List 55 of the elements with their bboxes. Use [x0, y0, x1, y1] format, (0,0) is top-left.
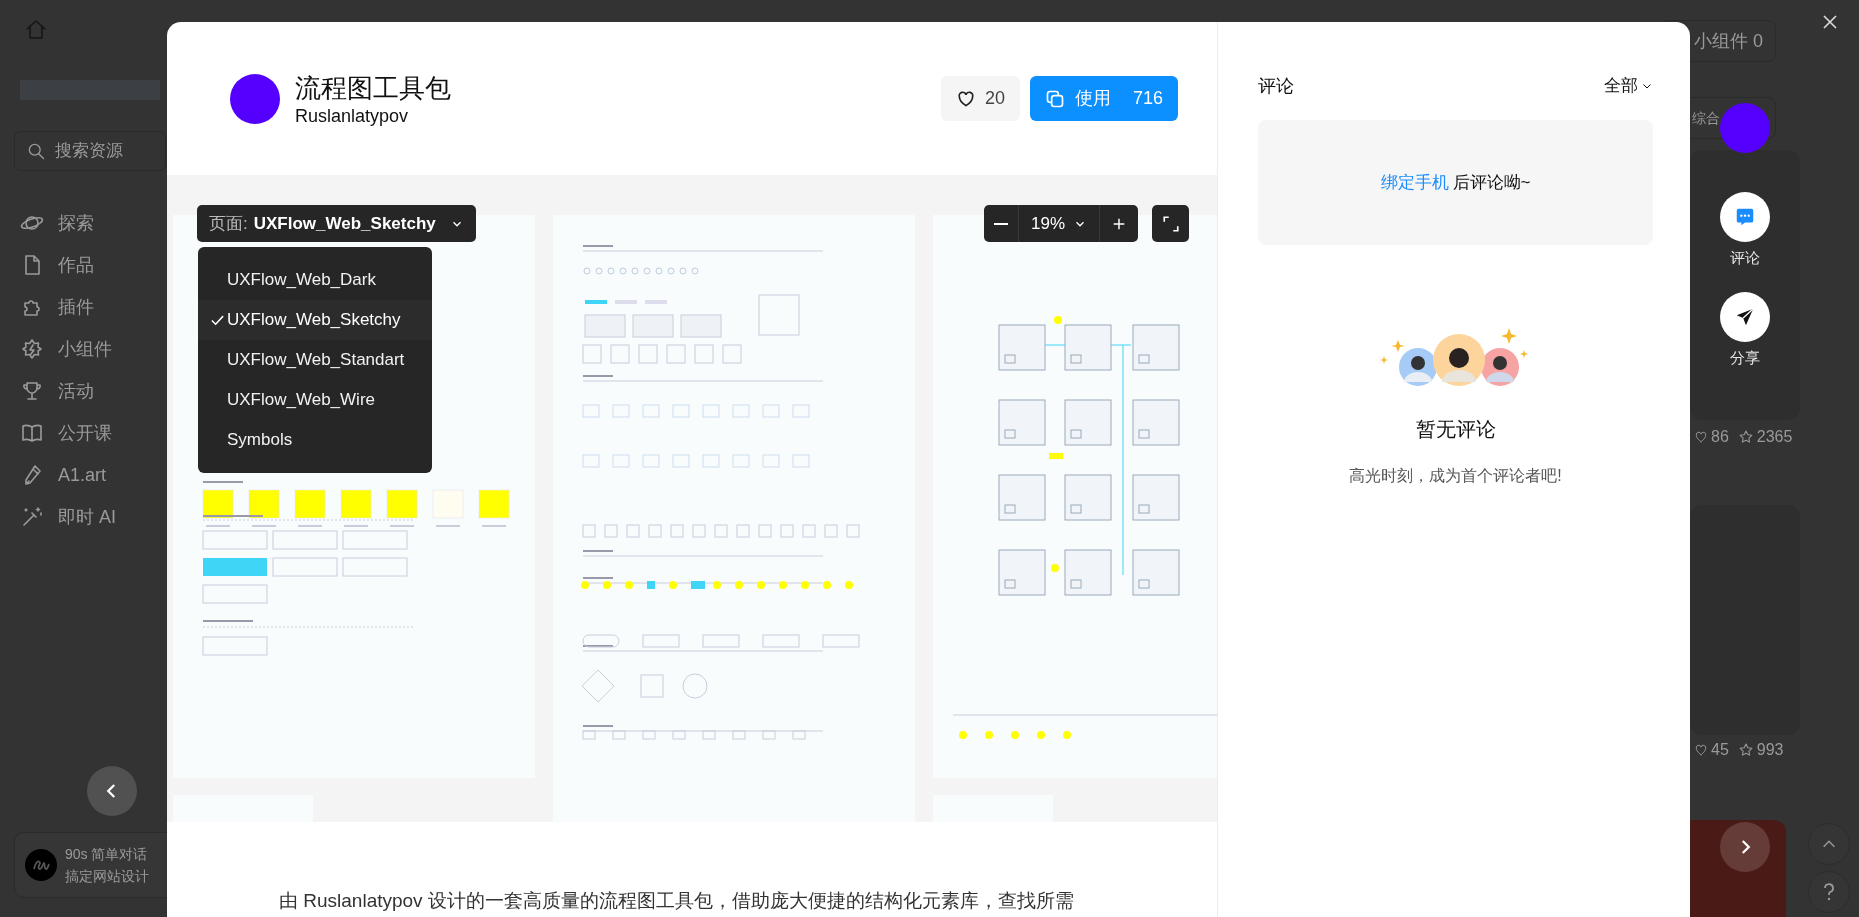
- chat-bubble-icon: [1734, 206, 1756, 228]
- empty-message: 高光时刻，成为首个评论者吧!: [1349, 466, 1562, 486]
- help-button[interactable]: [1808, 871, 1850, 913]
- promo-title: 90s 简单对话: [65, 845, 149, 864]
- description-text: 由 Ruslanlatypov 设计的一套高质量的流程图工具包，借助庞大便捷的结构化元素库，查找所需: [279, 889, 1075, 913]
- question-mark-icon: [1821, 883, 1837, 901]
- page-option[interactable]: UXFlow_Web_Standart: [198, 340, 432, 380]
- bind-phone-link[interactable]: 绑定手机: [1380, 169, 1449, 196]
- page-option[interactable]: UXFlow_Web_Wire: [198, 380, 432, 420]
- sidebar-item[interactable]: 探索: [20, 205, 160, 241]
- star-count: 993: [1756, 740, 1784, 760]
- page-option[interactable]: UXFlow_Web_Dark: [198, 260, 432, 300]
- like-button[interactable]: 20: [940, 76, 1020, 121]
- zoom-level-dropdown[interactable]: 19%: [1019, 205, 1100, 242]
- star-icon: [1737, 742, 1754, 758]
- project-title: 流程图工具包: [295, 71, 451, 105]
- avatar[interactable]: [230, 73, 280, 124]
- logo-icon: [25, 849, 57, 881]
- sidebar-item[interactable]: 活动: [20, 373, 160, 409]
- search-field[interactable]: 搜索资源: [14, 131, 166, 171]
- star-count: 2365: [1756, 427, 1793, 447]
- empty-title: 暂无评论: [1415, 417, 1496, 442]
- heart-icon: [955, 88, 976, 109]
- comment-filter[interactable]: 全部: [1604, 73, 1653, 99]
- preview-canvas[interactable]: 页面: UXFlow_Web_Sketchy UXFlow_Web_Dark UXFlow_Web_Sketchy UXFlow_Web_Standart UXFlow_Web_Wire Symbols 19%: [167, 175, 1217, 822]
- search-icon: [26, 141, 46, 161]
- promo-subtitle: 搞定网站设计: [65, 867, 149, 886]
- star-icon: [1737, 429, 1754, 445]
- heart-icon: [1694, 743, 1708, 757]
- sidebar-item[interactable]: 公开课: [20, 415, 160, 451]
- trophy-icon: [20, 379, 44, 403]
- close-icon[interactable]: [1822, 14, 1838, 30]
- fullscreen-icon: [1161, 214, 1180, 233]
- page-selector[interactable]: 页面: UXFlow_Web_Sketchy: [197, 205, 476, 242]
- heart-icon: [1694, 430, 1708, 444]
- fullscreen-button[interactable]: [1152, 205, 1189, 242]
- page-option[interactable]: UXFlow_Web_Sketchy: [198, 300, 432, 340]
- sidebar-item[interactable]: 即时 AI: [20, 499, 160, 535]
- action-label: 评论: [1730, 248, 1760, 268]
- sidebar-item[interactable]: 小组件: [20, 331, 160, 367]
- author-name[interactable]: Ruslanlatypov: [295, 104, 451, 127]
- prompt-text: 后评论呦~: [1452, 171, 1531, 194]
- badge-icon: [20, 337, 44, 361]
- use-button[interactable]: 使用 716: [1029, 76, 1178, 121]
- sidebar-item[interactable]: 作品: [20, 247, 160, 283]
- sidebar-item[interactable]: 插件: [20, 289, 160, 325]
- minus-icon: [994, 222, 1008, 225]
- comments-title: 评论: [1258, 74, 1294, 98]
- page-option[interactable]: Symbols: [198, 420, 432, 460]
- like-count: 86: [1711, 427, 1729, 447]
- sidebar-item[interactable]: A1.art: [20, 457, 160, 493]
- wand-icon: [20, 505, 44, 529]
- copy-icon: [1044, 88, 1065, 109]
- like-count: 45: [1711, 740, 1729, 760]
- action-label: 分享: [1730, 348, 1760, 368]
